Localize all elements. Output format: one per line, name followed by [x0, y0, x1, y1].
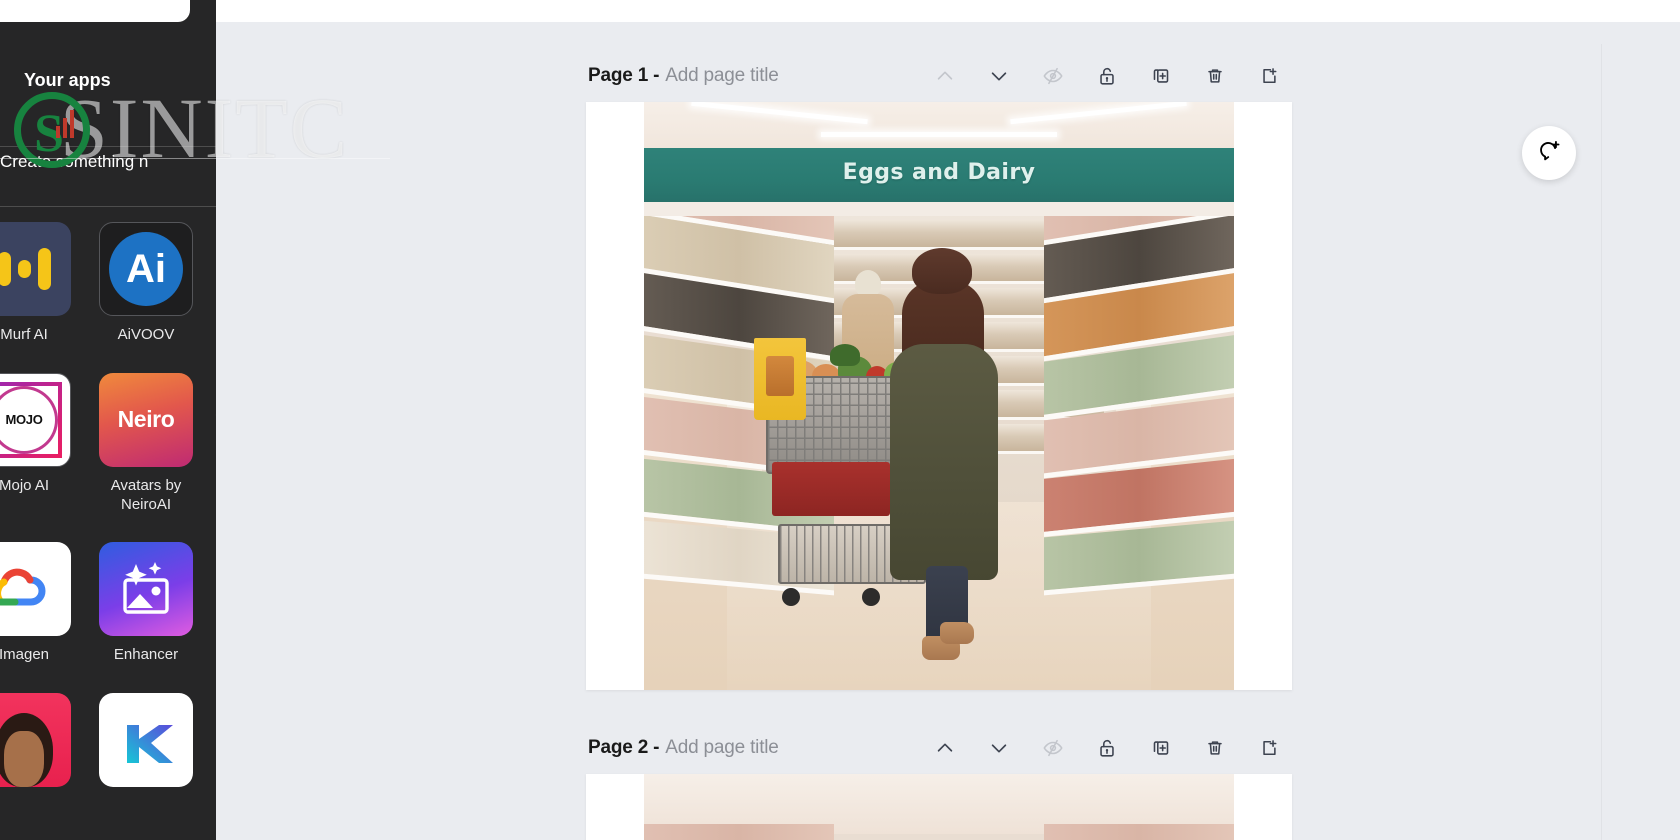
duplicate-page-button[interactable] [1148, 63, 1174, 89]
hide-page-button[interactable] [1040, 735, 1066, 761]
app-label: AiVOOV [117, 326, 175, 343]
move-page-down-button[interactable] [986, 63, 1012, 89]
apps-grid: Murf AI Ai AiVOOV MOJO Mojo AI Neiro Ava… [0, 222, 216, 797]
page-header-1: Page 1 - Add page title [586, 50, 1346, 102]
page-block-1: Page 1 - Add page title Eggs and Dairy [586, 50, 1346, 690]
sidebar-app-aivoov[interactable]: Ai AiVOOV [99, 222, 193, 345]
mojo-tile-text: MOJO [5, 412, 43, 428]
sidebar-app-imagen[interactable]: Imagen [0, 542, 71, 665]
shopping-bag [754, 338, 806, 420]
neiro-tile-text: Neiro [117, 406, 175, 433]
sidebar-app-portrait[interactable] [0, 693, 71, 797]
page-artboard-1[interactable]: Eggs and Dairy [586, 102, 1292, 690]
neiro-icon: Neiro [99, 372, 193, 467]
mojo-icon: MOJO [0, 372, 71, 467]
page-artboard-2[interactable] [586, 774, 1292, 840]
ai-tile-text: Ai [109, 232, 183, 306]
foreground-shopper [882, 248, 1006, 668]
page-label: Page 2 - [588, 737, 660, 758]
portrait-avatar-icon [0, 693, 71, 787]
duplicate-page-button[interactable] [1148, 735, 1174, 761]
app-label: Murf AI [0, 326, 48, 343]
lock-page-button[interactable] [1094, 735, 1120, 761]
app-label: Enhancer [113, 646, 179, 664]
page-title-input[interactable]: Add page title [665, 65, 779, 87]
sidebar-app-enhancer[interactable]: Enhancer [99, 542, 193, 665]
sidebar-divider-top [0, 146, 216, 147]
canvas-scroll-divider [1601, 44, 1602, 840]
app-label: Mojo AI [0, 476, 50, 494]
create-something-new-button[interactable]: Create something n [0, 152, 216, 172]
add-page-button[interactable] [1256, 63, 1282, 89]
window-top-strip [216, 0, 1680, 22]
google-cloud-icon [0, 542, 71, 637]
app-label: Imagen [0, 646, 50, 664]
lock-page-button[interactable] [1094, 63, 1120, 89]
chevron-left-icon [212, 408, 216, 427]
app-label: Avatars by NeiroAI [110, 476, 182, 513]
page-label: Page 1 - [588, 65, 660, 86]
ai-circle-icon: Ai [99, 222, 193, 316]
delete-page-button[interactable] [1202, 63, 1228, 89]
page-header-2: Page 2 - Add page title [586, 722, 1346, 774]
sidebar-app-neiro[interactable]: Neiro Avatars by NeiroAI [99, 372, 193, 515]
murf-waveform-icon [0, 222, 71, 316]
image-sparkle-icon [99, 542, 193, 637]
sidebar-app-kling[interactable] [99, 693, 193, 797]
hide-page-button[interactable] [1040, 63, 1066, 89]
sidebar-app-mojo-ai[interactable]: MOJO Mojo AI [0, 372, 71, 515]
add-comment-icon [1536, 138, 1562, 169]
sidebar-app-murf-ai[interactable]: Murf AI [0, 222, 71, 345]
page-artwork-image-1[interactable]: Eggs and Dairy [644, 102, 1234, 690]
delete-page-button[interactable] [1202, 735, 1228, 761]
page-block-2: Page 2 - Add page title [586, 722, 1346, 840]
shelf-right [1044, 188, 1234, 620]
sidebar-divider-bottom [0, 206, 216, 207]
page-toolbar-1 [932, 63, 1344, 89]
page-artwork-image-2[interactable] [644, 774, 1234, 840]
canvas-workspace[interactable]: Page 1 - Add page title Eggs and Dairy P… [216, 22, 1680, 840]
sidebar-collapse-button[interactable] [206, 386, 216, 448]
aisle-sign-text: Eggs and Dairy [842, 160, 1036, 185]
page-toolbar-2 [932, 735, 1344, 761]
move-page-up-button[interactable] [932, 735, 958, 761]
move-page-down-button[interactable] [986, 735, 1012, 761]
move-page-up-button[interactable] [932, 63, 958, 89]
apps-sidebar[interactable]: Your apps Create something n Murf AI Ai … [0, 0, 216, 840]
add-comment-button[interactable] [1522, 126, 1576, 180]
your-apps-heading: Your apps [24, 70, 111, 90]
sidebar-top-rounded-card [0, 0, 190, 22]
page-title-input[interactable]: Add page title [665, 737, 779, 759]
add-page-button[interactable] [1256, 735, 1282, 761]
kling-k-icon [99, 693, 193, 787]
